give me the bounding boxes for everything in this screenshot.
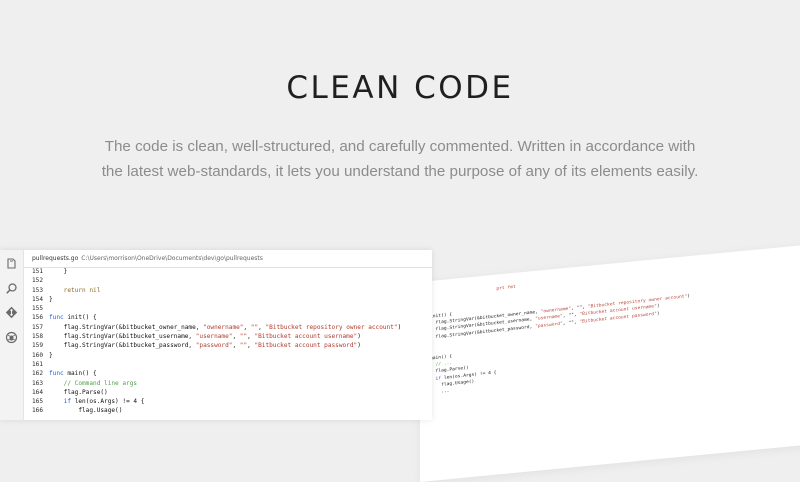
activity-bar	[0, 250, 24, 420]
code-line: 158 flag.StringVar(&bitbucket_username, …	[23, 332, 432, 341]
code-line: 162 func main() {	[23, 369, 432, 378]
code-token: flag.StringVar(&bitbucket_username,	[49, 333, 196, 341]
code-token: func	[49, 314, 68, 322]
code-line: 159 flag.StringVar(&bitbucket_password, …	[23, 341, 432, 350]
code-token: main() {	[67, 370, 97, 378]
code-line: 151 }	[23, 267, 432, 276]
code-token: )	[357, 342, 361, 350]
line-number: 151	[31, 268, 43, 275]
code-line: 154}	[23, 295, 432, 304]
line-number: 163	[31, 379, 43, 387]
search-icon[interactable]	[5, 282, 18, 295]
line-number: 155	[31, 305, 43, 313]
code-token: ,	[232, 333, 240, 341]
code-token: ,	[232, 342, 240, 350]
line-number: 153	[31, 286, 43, 294]
code-token: flag.Parse()	[49, 388, 108, 396]
line-number: 161	[31, 360, 43, 368]
debug-icon[interactable]	[5, 331, 18, 344]
code-line: 153 return nil	[23, 286, 432, 295]
code-token: )	[357, 333, 361, 341]
line-number: 160	[31, 351, 43, 359]
code-token: "Bitbucket repository owner account"	[265, 323, 398, 331]
git-icon[interactable]	[5, 306, 18, 319]
code-token: "username"	[195, 333, 233, 341]
hero-description: The code is clean, well-structured, and …	[101, 138, 699, 180]
code-line: 163 // Command line args	[23, 379, 432, 388]
line-number: 162	[31, 370, 43, 378]
line-number: 159	[31, 342, 43, 350]
code-token: }	[49, 295, 53, 303]
background-code-token: prt fmt	[496, 284, 516, 292]
code-token: ,	[243, 323, 251, 331]
code-token: flag.Usage()	[49, 407, 123, 415]
code-area[interactable]: 151 } 152 153 return nil 154} 155 156 func ini…	[23, 267, 432, 420]
code-token: }	[49, 268, 68, 275]
code-line: 160}	[23, 351, 432, 360]
code-line: 165 if len(os.Args) != 4 {	[23, 397, 432, 406]
code-token: "Bitbucket account password"	[254, 342, 358, 350]
background-code-token: , "",	[562, 319, 580, 327]
code-line: 164 flag.Parse()	[23, 388, 432, 397]
code-line: 157 flag.StringVar(&bitbucket_owner_name…	[23, 323, 432, 332]
line-number: 164	[31, 388, 43, 396]
line-number: 158	[31, 333, 43, 341]
line-number: 157	[31, 323, 43, 331]
line-number: 165	[31, 398, 43, 406]
code-editor-window: pullrequests.go C:\Users\morrison\OneDriv…	[0, 250, 432, 420]
line-number: 154	[31, 295, 43, 303]
code-line: 155	[23, 304, 432, 313]
background-code-token: )	[656, 304, 660, 310]
editor-tab[interactable]: pullrequests.go C:\Users\morrison\OneDriv…	[23, 250, 432, 268]
code-token: }	[49, 351, 53, 359]
code-token: len(os.Args) != 4 {	[74, 398, 145, 406]
code-token: "Bitbucket account username"	[254, 333, 358, 341]
code-token: "ownername"	[203, 323, 244, 331]
code-token: flag.StringVar(&bitbucket_owner_name,	[49, 323, 204, 331]
code-line: 166 flag.Usage()	[23, 406, 432, 415]
code-line: 161	[23, 360, 432, 369]
file-name: pullrequests.go	[32, 255, 79, 262]
background-code-token: )	[687, 294, 691, 300]
background-code-token: ...	[430, 388, 450, 396]
file-path: C:\Users\morrison\OneDrive\Documents\dev…	[81, 255, 263, 262]
line-number: 156	[31, 314, 43, 322]
code-line: 156 func init() {	[23, 313, 432, 322]
code-token: // Command line args	[49, 379, 138, 387]
code-token: flag.StringVar(&bitbucket_password,	[49, 342, 196, 350]
line-number: 166	[31, 407, 43, 415]
code-token: func	[49, 370, 68, 378]
code-token: "password"	[195, 342, 233, 350]
code-token: if	[63, 398, 75, 406]
line-number: 152	[31, 277, 43, 285]
hero-title: CLEAN CODE	[286, 70, 514, 106]
code-token: init() {	[67, 314, 97, 322]
background-code-token: )	[656, 311, 660, 317]
code-line: 152	[23, 276, 432, 285]
code-token: return nil	[49, 286, 101, 294]
code-token: )	[397, 323, 402, 331]
files-icon[interactable]	[5, 257, 18, 270]
